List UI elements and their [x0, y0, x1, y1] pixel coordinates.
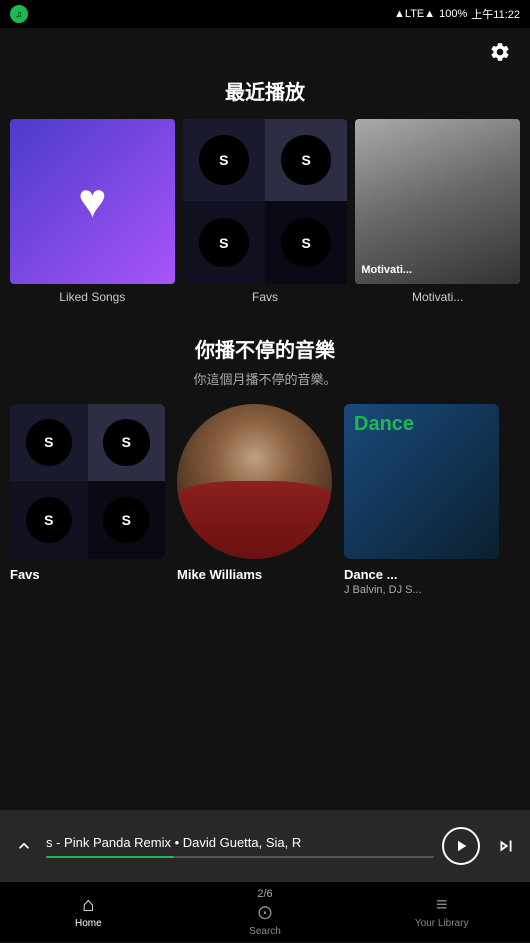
dance-card-art: Dance — [344, 404, 499, 559]
top-bar — [0, 28, 530, 70]
library-label: Your Library — [415, 918, 469, 929]
dance-card-label: Dance ... — [344, 567, 499, 582]
status-bar: ▲LTE▲ 100% 上午11:22 — [0, 0, 530, 28]
spin-logo-4 — [281, 218, 330, 267]
favs-cell-3 — [183, 201, 265, 283]
now-playing-progress — [46, 856, 434, 858]
spin-logo-2 — [281, 135, 330, 184]
play-icon — [452, 837, 470, 855]
spin-logo-3 — [199, 218, 248, 267]
now-playing-info: s - Pink Panda Remix • David Guetta, Sia… — [46, 835, 434, 858]
network-indicator: ▲LTE▲ — [394, 8, 435, 20]
favs-card-label: Favs — [10, 567, 165, 582]
search-label: Search — [249, 926, 281, 937]
gear-icon — [489, 41, 511, 63]
skip-next-icon — [495, 835, 517, 857]
search-page-counter: 2/6 — [257, 888, 272, 900]
bottom-nav: ⌂ Home 2/6 ⊙ Search ≡ Your Library — [0, 882, 530, 942]
liked-songs-item[interactable]: ♥ Liked Songs — [10, 119, 175, 304]
spin-card-logo-4 — [103, 497, 150, 544]
motivation-text: Motivati... — [361, 264, 412, 276]
nav-search[interactable]: 2/6 ⊙ Search — [177, 882, 354, 943]
favs-card-cell-3 — [10, 481, 88, 559]
nav-library[interactable]: ≡ Your Library — [353, 889, 530, 935]
favs-cell-2 — [265, 119, 347, 201]
battery-indicator: 100% — [439, 8, 467, 20]
chevron-up-icon — [14, 836, 34, 856]
skip-next-button[interactable] — [492, 832, 520, 860]
motivation-art: Motivati... — [355, 119, 520, 284]
favs-card-cell-1 — [10, 404, 88, 482]
motivation-bg — [355, 119, 520, 284]
status-right: ▲LTE▲ 100% 上午11:22 — [394, 6, 520, 22]
recent-grid: ♥ Liked Songs Favs — [0, 119, 530, 304]
progress-fill — [46, 856, 174, 858]
mike-card-label: Mike Williams — [177, 567, 332, 582]
settings-button[interactable] — [486, 38, 514, 66]
section2-subtitle: 你這個月播不停的音樂。 — [10, 369, 520, 388]
section2: 你播不停的音樂 你這個月播不停的音樂。 — [0, 334, 530, 604]
section2-scroll-row[interactable]: Favs Mike Williams Dance Dance ... J Bal — [10, 404, 520, 604]
liked-songs-art: ♥ — [10, 119, 175, 284]
favs-cell-1 — [183, 119, 265, 201]
favs-card[interactable]: Favs — [10, 404, 165, 596]
dance-inner: Dance — [344, 404, 499, 559]
time-display: 上午11:22 — [471, 6, 520, 22]
recent-section-title: 最近播放 — [0, 76, 530, 105]
spin-logo-1 — [199, 135, 248, 184]
play-pause-button[interactable] — [442, 827, 480, 865]
liked-songs-label: Liked Songs — [10, 290, 175, 304]
favs-label: Favs — [183, 290, 348, 304]
now-playing-bar[interactable]: s - Pink Panda Remix • David Guetta, Sia… — [0, 810, 530, 882]
nav-home[interactable]: ⌂ Home — [0, 889, 177, 935]
section2-title: 你播不停的音樂 — [10, 334, 520, 363]
mike-jacket — [177, 481, 332, 559]
favs-card-cell-4 — [88, 481, 166, 559]
favs-card-cell-2 — [88, 404, 166, 482]
library-icon: ≡ — [436, 895, 448, 915]
dance-overlay-text: Dance — [354, 414, 414, 434]
search-icon: ⊙ — [257, 903, 274, 923]
motivation-label: Motivati... — [355, 290, 520, 304]
spin-card-logo-1 — [26, 419, 73, 466]
home-icon: ⌂ — [82, 895, 94, 915]
favs-item[interactable]: Favs — [183, 119, 348, 304]
mike-photo — [177, 404, 332, 559]
favs-card-art — [10, 404, 165, 559]
main-scroll-area: 最近播放 ♥ Liked Songs — [0, 28, 530, 810]
dance-card-sublabel: J Balvin, DJ S... — [344, 584, 499, 596]
spotify-logo — [10, 5, 28, 23]
spin-card-logo-2 — [103, 419, 150, 466]
motivation-item[interactable]: Motivati... Motivati... — [355, 119, 520, 304]
mike-williams-card[interactable]: Mike Williams — [177, 404, 332, 596]
heart-icon: ♥ — [78, 174, 107, 229]
favs-collage-art — [183, 119, 348, 284]
now-playing-title: s - Pink Panda Remix • David Guetta, Sia… — [46, 835, 434, 850]
spin-card-logo-3 — [26, 497, 73, 544]
favs-cell-4 — [265, 201, 347, 283]
chevron-up-button[interactable] — [10, 832, 38, 860]
now-playing-controls — [442, 827, 520, 865]
dance-card[interactable]: Dance Dance ... J Balvin, DJ S... — [344, 404, 499, 596]
home-label: Home — [75, 918, 102, 929]
